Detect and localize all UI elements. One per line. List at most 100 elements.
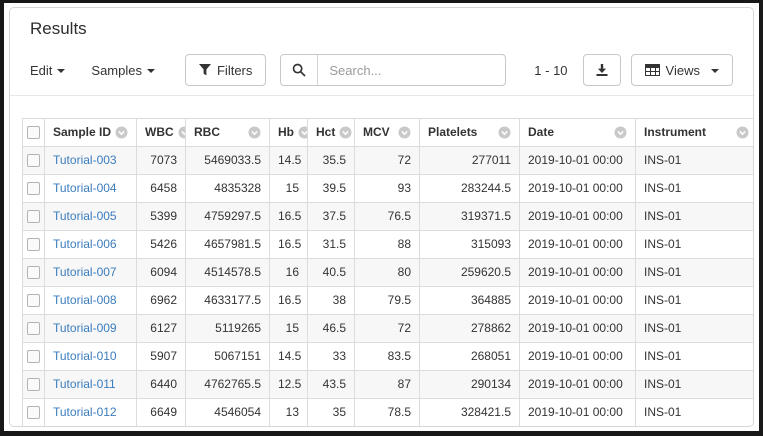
- row-select-cell: [23, 343, 45, 371]
- cell-wbc: 6094: [137, 259, 186, 287]
- sample-id-link[interactable]: Tutorial-003: [53, 153, 117, 167]
- sample-id-link[interactable]: Tutorial-009: [53, 321, 117, 335]
- cell-platelets: 290134: [420, 371, 520, 399]
- column-menu-icon[interactable]: [248, 126, 261, 139]
- cell-hct: 37.5: [308, 203, 355, 231]
- toolbar: Edit Samples Filters: [30, 54, 733, 86]
- row-checkbox[interactable]: [27, 406, 40, 419]
- column-header-date[interactable]: Date: [520, 119, 636, 147]
- cell-platelets: 319371.5: [420, 203, 520, 231]
- search-icon[interactable]: [281, 55, 318, 85]
- views-button[interactable]: Views: [631, 54, 733, 86]
- column-header-hb[interactable]: Hb: [270, 119, 308, 147]
- column-header-label: Platelets: [428, 125, 477, 140]
- cell-hct: 43.5: [308, 371, 355, 399]
- screenshot-frame: Results Edit Samples Filters: [0, 0, 763, 436]
- cell-platelets: 278862: [420, 315, 520, 343]
- cell-platelets: 268051: [420, 343, 520, 371]
- select-all-header-cell: [23, 119, 45, 147]
- row-checkbox[interactable]: [27, 322, 40, 335]
- samples-dropdown[interactable]: Samples: [91, 63, 155, 78]
- cell-date: 2019-10-01 00:00: [520, 371, 636, 399]
- sample-id-link[interactable]: Tutorial-007: [53, 265, 117, 279]
- column-menu-icon[interactable]: [339, 126, 352, 139]
- row-checkbox[interactable]: [27, 266, 40, 279]
- column-menu-icon[interactable]: [178, 126, 186, 139]
- cell-hb: 15: [270, 175, 308, 203]
- sample-id-link[interactable]: Tutorial-011: [53, 377, 116, 391]
- column-header-hct[interactable]: Hct: [308, 119, 355, 147]
- column-header-label: Hb: [278, 125, 294, 140]
- column-menu-icon[interactable]: [298, 126, 308, 139]
- column-header-label: Instrument: [644, 125, 706, 140]
- table-grid-icon: [645, 64, 660, 76]
- cell-wbc: 5399: [137, 203, 186, 231]
- row-checkbox[interactable]: [27, 210, 40, 223]
- column-header-label: RBC: [194, 125, 220, 140]
- table-row: Tutorial-00760944514578.51640.580259620.…: [23, 259, 755, 287]
- row-checkbox[interactable]: [27, 238, 40, 251]
- cell-rbc: 4762765.5: [186, 371, 270, 399]
- export-button[interactable]: [583, 54, 621, 86]
- column-menu-icon[interactable]: [614, 126, 627, 139]
- cell-date: 2019-10-01 00:00: [520, 203, 636, 231]
- sample-id-link[interactable]: Tutorial-012: [53, 405, 117, 419]
- sample-id-link[interactable]: Tutorial-005: [53, 209, 117, 223]
- search-input[interactable]: [318, 55, 505, 85]
- cell-hb: 16.5: [270, 203, 308, 231]
- sample-id-link[interactable]: Tutorial-008: [53, 293, 117, 307]
- table-row: Tutorial-009612751192651546.572278862201…: [23, 315, 755, 343]
- table-row: Tutorial-00654264657981.516.531.58831509…: [23, 231, 755, 259]
- column-header-platelets[interactable]: Platelets: [420, 119, 520, 147]
- row-checkbox[interactable]: [27, 154, 40, 167]
- column-header-rbc[interactable]: RBC: [186, 119, 270, 147]
- cell-date: 2019-10-01 00:00: [520, 259, 636, 287]
- cell-hct: 35: [308, 399, 355, 427]
- cell-sample-id: Tutorial-006: [45, 231, 137, 259]
- column-menu-icon[interactable]: [115, 126, 128, 139]
- row-checkbox[interactable]: [27, 378, 40, 391]
- table-row: Tutorial-00370735469033.514.535.57227701…: [23, 147, 755, 175]
- cell-wbc: 6458: [137, 175, 186, 203]
- sample-id-link[interactable]: Tutorial-010: [53, 349, 117, 363]
- cell-mcv: 80: [355, 259, 420, 287]
- table-row: Tutorial-01164404762765.512.543.58729013…: [23, 371, 755, 399]
- cell-date: 2019-10-01 00:00: [520, 343, 636, 371]
- column-header-instrument[interactable]: Instrument: [636, 119, 755, 147]
- cell-platelets: 315093: [420, 231, 520, 259]
- row-checkbox[interactable]: [27, 294, 40, 307]
- row-select-cell: [23, 399, 45, 427]
- cell-date: 2019-10-01 00:00: [520, 399, 636, 427]
- cell-date: 2019-10-01 00:00: [520, 175, 636, 203]
- chevron-down-icon: [147, 69, 155, 73]
- cell-rbc: 4546054: [186, 399, 270, 427]
- select-all-checkbox[interactable]: [27, 126, 40, 139]
- row-select-cell: [23, 259, 45, 287]
- sample-id-link[interactable]: Tutorial-004: [53, 181, 117, 195]
- column-header-mcv[interactable]: MCV: [355, 119, 420, 147]
- column-header-sample-id[interactable]: Sample ID: [45, 119, 137, 147]
- search-group: [280, 54, 506, 86]
- header-row: Sample ID WBC RBC Hb HctMCV Platelets Date Inst…: [23, 119, 755, 147]
- cell-mcv: 93: [355, 175, 420, 203]
- row-select-cell: [23, 371, 45, 399]
- column-menu-icon[interactable]: [736, 126, 749, 139]
- funnel-icon: [199, 64, 211, 76]
- column-header-label: WBC: [145, 125, 174, 140]
- column-menu-icon[interactable]: [498, 126, 511, 139]
- download-icon: [595, 63, 609, 77]
- table-row: Tutorial-004645848353281539.593283244.52…: [23, 175, 755, 203]
- cell-rbc: 4835328: [186, 175, 270, 203]
- views-button-label: Views: [666, 63, 700, 78]
- sample-id-link[interactable]: Tutorial-006: [53, 237, 117, 251]
- row-checkbox[interactable]: [27, 350, 40, 363]
- row-select-cell: [23, 287, 45, 315]
- filters-button[interactable]: Filters: [185, 54, 266, 86]
- cell-sample-id: Tutorial-008: [45, 287, 137, 315]
- column-menu-icon[interactable]: [398, 126, 411, 139]
- edit-dropdown[interactable]: Edit: [30, 63, 65, 78]
- table-row: Tutorial-00869624633177.516.53879.536488…: [23, 287, 755, 315]
- column-header-wbc[interactable]: WBC: [137, 119, 186, 147]
- row-checkbox[interactable]: [27, 182, 40, 195]
- toolbar-divider: [10, 95, 753, 96]
